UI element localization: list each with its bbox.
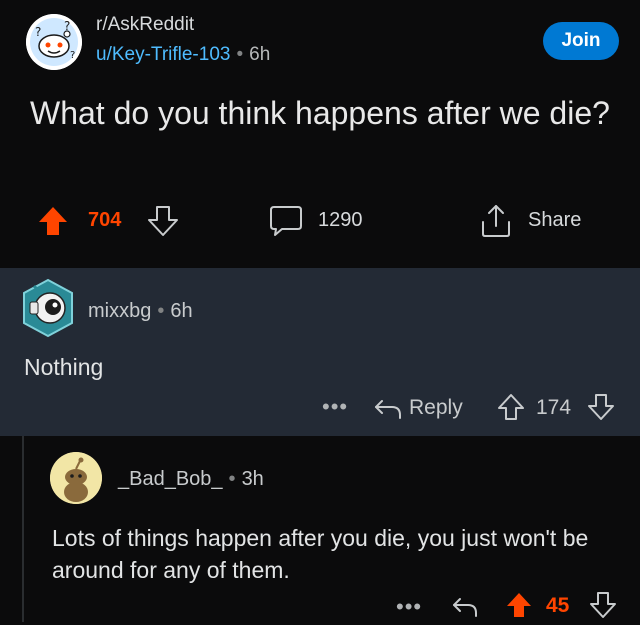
downvote-icon[interactable]	[146, 204, 180, 238]
comment-meta: mixxbg • 6h	[88, 300, 193, 323]
share-icon[interactable]	[478, 202, 514, 240]
post-title[interactable]: What do you think happens after we die?	[30, 94, 610, 132]
snoo-avatar-icon	[50, 452, 102, 504]
comment-count[interactable]: 1290	[318, 209, 363, 232]
reply-icon[interactable]	[450, 594, 480, 625]
meta-separator: •	[228, 468, 236, 490]
commenter-avatar[interactable]	[20, 278, 76, 338]
post-score: 704	[88, 209, 122, 231]
more-options-button[interactable]: •••	[322, 394, 348, 420]
svg-text:?: ?	[35, 25, 41, 39]
post-action-bar: 704 1290 Share	[0, 196, 640, 248]
comment-age: 6h	[170, 300, 193, 322]
subreddit-avatar[interactable]: ? ? ?	[26, 14, 82, 70]
upvote-icon[interactable]	[504, 590, 534, 625]
comment-username[interactable]: mixxbg	[88, 300, 151, 322]
hexagon-avatar-icon	[23, 278, 73, 338]
thread-line[interactable]	[22, 436, 24, 622]
comment-meta: _Bad_Bob_ • 3h	[118, 468, 264, 491]
comment-score: 174	[536, 396, 572, 419]
post-age: 6h	[249, 44, 271, 65]
post-card: ? ? ? r/AskReddit u/Key-Trifle-103 • 6h Jo…	[0, 0, 640, 258]
downvote-icon[interactable]	[586, 392, 616, 427]
upvote-icon[interactable]	[36, 204, 70, 238]
post-meta: u/Key-Trifle-103 • 6h	[96, 44, 270, 66]
meta-separator: •	[157, 300, 165, 322]
comment-score: 45	[546, 594, 570, 617]
commenter-avatar[interactable]	[50, 452, 102, 504]
upvote-icon[interactable]	[496, 392, 526, 427]
comment-age: 3h	[241, 468, 264, 490]
comment-highlighted: mixxbg • 6h Nothing ••• Reply 174	[0, 268, 640, 436]
comment-reply: _Bad_Bob_ • 3h Lots of things happen after…	[0, 436, 640, 622]
subreddit-name[interactable]: r/AskReddit	[96, 14, 194, 36]
comment-username[interactable]: _Bad_Bob_	[118, 468, 223, 490]
post-author[interactable]: u/Key-Trifle-103	[96, 44, 230, 65]
reply-icon[interactable]	[372, 396, 404, 427]
downvote-icon[interactable]	[588, 590, 618, 625]
more-options-button[interactable]: •••	[396, 594, 422, 620]
svg-text:?: ?	[70, 50, 75, 61]
subreddit-icon: ? ? ?	[26, 14, 82, 70]
comment-body: Lots of things happen after you die, you…	[52, 525, 589, 583]
comment-bubble-icon[interactable]	[268, 204, 304, 238]
comment-body: Nothing	[24, 354, 104, 380]
join-button[interactable]: Join	[543, 22, 619, 60]
share-button[interactable]: Share	[528, 209, 581, 232]
reply-button[interactable]: Reply	[409, 396, 463, 420]
meta-separator: •	[236, 44, 244, 65]
